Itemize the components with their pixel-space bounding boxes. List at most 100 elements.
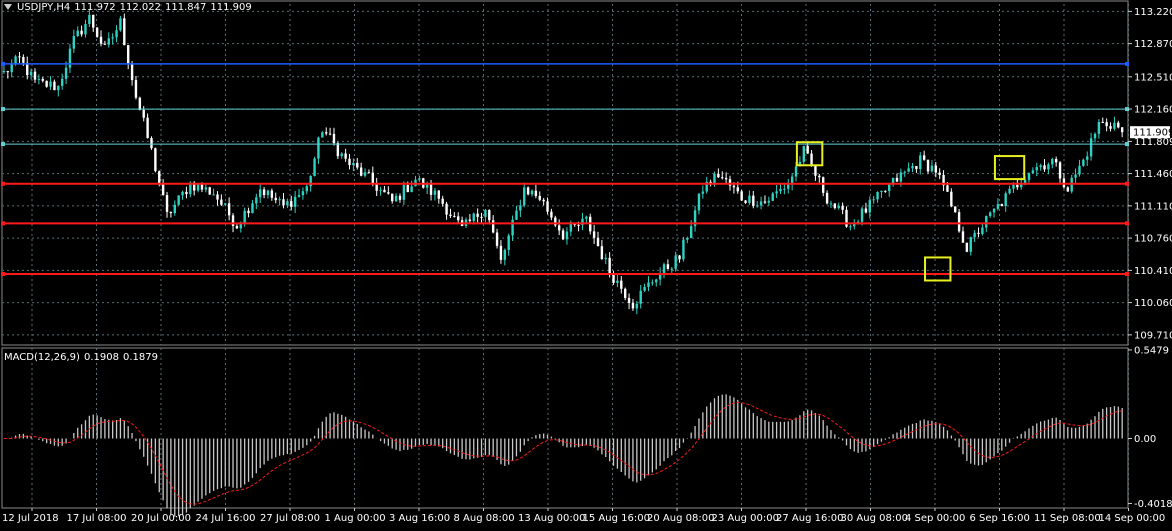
candle-body bbox=[251, 203, 254, 214]
macd-signal-value: 0.1879 bbox=[122, 352, 158, 363]
candle-body bbox=[488, 209, 491, 221]
candle-body bbox=[519, 205, 522, 211]
candle-body bbox=[992, 208, 996, 213]
candle-body bbox=[274, 197, 277, 201]
candle-body bbox=[76, 30, 79, 37]
time-axis-label: 13 Aug 00:00 bbox=[518, 513, 585, 524]
macd-header: MACD(12,26,9) 0.1908 0.1879 bbox=[4, 352, 162, 363]
level-handle-right[interactable] bbox=[1125, 272, 1129, 277]
candle-body bbox=[511, 219, 514, 236]
candle-body bbox=[88, 14, 91, 24]
chart-root[interactable]: 113.220 112.870 112.510 112.160 111.809 111.4… bbox=[0, 0, 1172, 527]
candle-body bbox=[80, 30, 83, 35]
candle-body bbox=[418, 178, 421, 180]
candle-body bbox=[134, 80, 138, 98]
candle-body bbox=[755, 205, 759, 207]
candle-body bbox=[115, 30, 118, 38]
candle-body bbox=[569, 223, 573, 232]
symbol-label: USDJPY,H4 bbox=[17, 2, 71, 13]
candle-body bbox=[196, 184, 200, 191]
candle-body bbox=[266, 190, 270, 196]
highlight-box[interactable] bbox=[924, 256, 952, 282]
candle-body bbox=[410, 186, 413, 193]
candle-body bbox=[367, 172, 371, 174]
candle-body bbox=[736, 187, 739, 192]
candle-body bbox=[154, 148, 157, 172]
level-handle-right[interactable] bbox=[1125, 142, 1129, 147]
candle-body bbox=[655, 279, 658, 283]
macd-axis-label: -0.4018 bbox=[1134, 499, 1172, 510]
candle-body bbox=[911, 166, 914, 169]
price-axis-label: 112.510 bbox=[1134, 72, 1172, 83]
level-handle-left[interactable] bbox=[1, 272, 5, 277]
candle-body bbox=[45, 80, 48, 87]
time-axis-label: 27 Jul 08:00 bbox=[260, 513, 320, 524]
candle-body bbox=[748, 195, 751, 204]
candle-body bbox=[767, 200, 771, 203]
level-handle-left[interactable] bbox=[1, 221, 5, 226]
candle-body bbox=[926, 159, 930, 172]
candle-body bbox=[689, 226, 693, 238]
time-axis-label: 12 Jul 2018 bbox=[2, 513, 59, 524]
candle-body bbox=[674, 255, 677, 269]
candle-body bbox=[763, 201, 767, 203]
candle-body bbox=[158, 171, 161, 185]
candle-body bbox=[561, 230, 565, 240]
price-axis-label: 110.060 bbox=[1134, 298, 1172, 309]
candle-body bbox=[678, 255, 681, 260]
level-handle-left[interactable] bbox=[1, 107, 5, 112]
candle-body bbox=[1039, 165, 1042, 168]
candle-body bbox=[542, 199, 545, 202]
candle-body bbox=[604, 257, 607, 260]
candle-body bbox=[317, 137, 320, 159]
candle-body bbox=[468, 219, 472, 221]
level-handle-right[interactable] bbox=[1125, 61, 1129, 66]
candle-body bbox=[740, 191, 743, 201]
candle-body bbox=[534, 190, 538, 196]
time-axis-label: 15 Aug 16:00 bbox=[583, 513, 650, 524]
candle-body bbox=[965, 242, 969, 252]
candle-body bbox=[181, 191, 184, 196]
time-axis-label: 23 Aug 00:00 bbox=[712, 513, 779, 524]
level-handle-left[interactable] bbox=[1, 142, 5, 147]
candle-body bbox=[328, 133, 332, 135]
time-axis-label: 20 Aug 08:00 bbox=[647, 513, 714, 524]
level-handle-right[interactable] bbox=[1125, 221, 1129, 226]
candle-body bbox=[138, 97, 142, 110]
candle-body bbox=[499, 245, 503, 260]
candle-body bbox=[305, 186, 308, 192]
candle-body bbox=[592, 231, 596, 238]
candle-body bbox=[107, 38, 110, 45]
candle-body bbox=[1066, 187, 1070, 192]
candle-body bbox=[973, 232, 976, 238]
candle-body bbox=[336, 143, 340, 157]
time-axis-label: 30 Aug 08:00 bbox=[841, 513, 908, 524]
open-price: 111.972 bbox=[74, 2, 116, 13]
candle-body bbox=[359, 167, 363, 176]
candle-body bbox=[387, 192, 390, 194]
highlight-box[interactable] bbox=[795, 141, 824, 167]
high-price: 112.022 bbox=[119, 2, 162, 13]
candle-body bbox=[126, 45, 130, 64]
candle-body bbox=[437, 190, 441, 199]
candle-body bbox=[1000, 204, 1004, 207]
candle-body bbox=[1093, 133, 1097, 139]
candle-body bbox=[794, 166, 798, 177]
candle-body bbox=[1004, 193, 1007, 207]
candle-body bbox=[1082, 159, 1085, 166]
dropdown-triangle-icon[interactable] bbox=[4, 4, 12, 10]
candle-body bbox=[682, 239, 685, 260]
candle-body bbox=[72, 36, 76, 49]
candle-body bbox=[1117, 122, 1120, 128]
candle-body bbox=[243, 210, 246, 224]
candle-body bbox=[371, 172, 375, 184]
candle-body bbox=[1120, 127, 1124, 133]
candle-body bbox=[60, 78, 64, 86]
price-chart[interactable]: 113.220112.870112.510112.160111.809111.4… bbox=[0, 0, 1172, 527]
candle-body bbox=[639, 290, 642, 304]
level-handle-left[interactable] bbox=[1, 61, 5, 66]
level-handle-right[interactable] bbox=[1125, 181, 1129, 186]
level-handle-left[interactable] bbox=[1, 181, 5, 186]
candle-body bbox=[216, 194, 219, 200]
candle-body bbox=[787, 184, 790, 189]
